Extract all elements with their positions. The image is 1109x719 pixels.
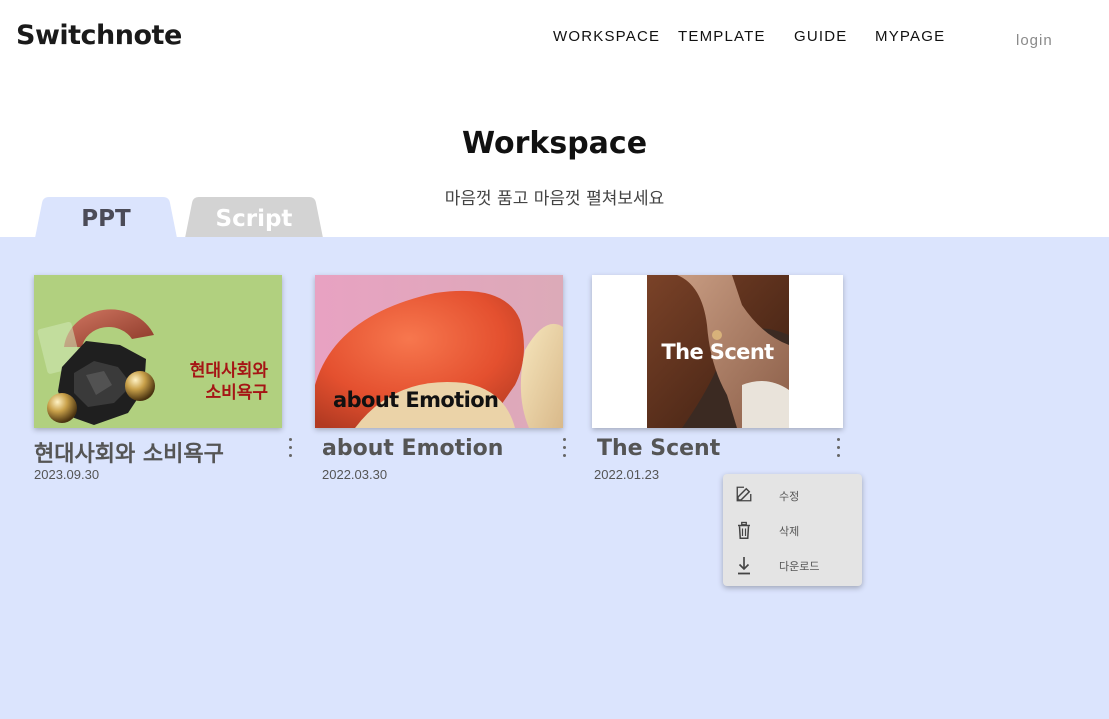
card-title-2[interactable]: about Emotion <box>322 436 503 461</box>
tab-script[interactable]: Script <box>185 197 323 238</box>
tab-ppt[interactable]: PPT <box>35 197 177 238</box>
card-2-more-icon[interactable] <box>559 436 571 462</box>
download-icon <box>738 557 750 575</box>
page-title: Workspace <box>461 126 648 161</box>
card-1-thumb-caption-line2: 소비욕구 <box>205 383 268 403</box>
card-1-thumb-caption-line1: 현대사회와 <box>189 361 268 381</box>
trash-icon <box>738 521 750 539</box>
card-context-menu: 수정 삭제 다운로드 <box>723 474 862 586</box>
card-thumbnail-1[interactable]: 현대사회와 소비욕구 <box>34 275 282 428</box>
card-thumbnail-3[interactable]: The Scent <box>592 275 843 428</box>
menu-item-delete-label: 삭제 <box>779 525 800 538</box>
card-date-1: 2023.09.30 <box>34 467 100 482</box>
menu-item-download-label: 다운로드 <box>779 560 820 573</box>
menu-item-edit[interactable]: 수정 <box>723 478 862 511</box>
card-1-artwork <box>37 309 155 425</box>
card-1-more-icon[interactable] <box>285 436 297 462</box>
top-nav: WORKSPACE TEMPLATE GUIDE MYPAGE <box>0 28 1109 48</box>
card-title-1[interactable]: 현대사회와 소비욕구 <box>34 436 224 468</box>
nav-mypage[interactable]: MYPAGE <box>875 28 945 45</box>
nav-workspace[interactable]: WORKSPACE <box>553 28 660 45</box>
nav-guide[interactable]: GUIDE <box>794 28 848 45</box>
card-2-thumb-caption: about Emotion <box>333 388 499 412</box>
workspace-content: 현대사회와 소비욕구 현대사회와 소비욕구 2023.09.30 about E… <box>0 237 1109 719</box>
card-title-3[interactable]: The Scent <box>597 436 720 461</box>
tab-ppt-label: PPT <box>81 206 131 232</box>
card-3-thumb-caption: The Scent <box>661 340 774 364</box>
card-date-3: 2022.01.23 <box>594 467 660 482</box>
card-3-more-icon[interactable] <box>833 436 845 462</box>
card-date-2: 2022.03.30 <box>322 467 388 482</box>
nav-template[interactable]: TEMPLATE <box>678 28 766 45</box>
tab-script-label: Script <box>215 206 293 232</box>
menu-item-edit-label: 수정 <box>779 490 800 503</box>
menu-item-delete[interactable]: 삭제 <box>723 513 862 546</box>
page: Switchnote WORKSPACE TEMPLATE GUIDE MYPA… <box>0 0 1109 719</box>
login-link[interactable]: login <box>1016 32 1053 49</box>
card-1-thumb-caption: 현대사회와 소비욕구 <box>190 360 268 404</box>
edit-icon <box>736 486 752 502</box>
card-thumbnail-2[interactable]: about Emotion <box>315 275 563 428</box>
menu-item-download[interactable]: 다운로드 <box>723 548 862 581</box>
